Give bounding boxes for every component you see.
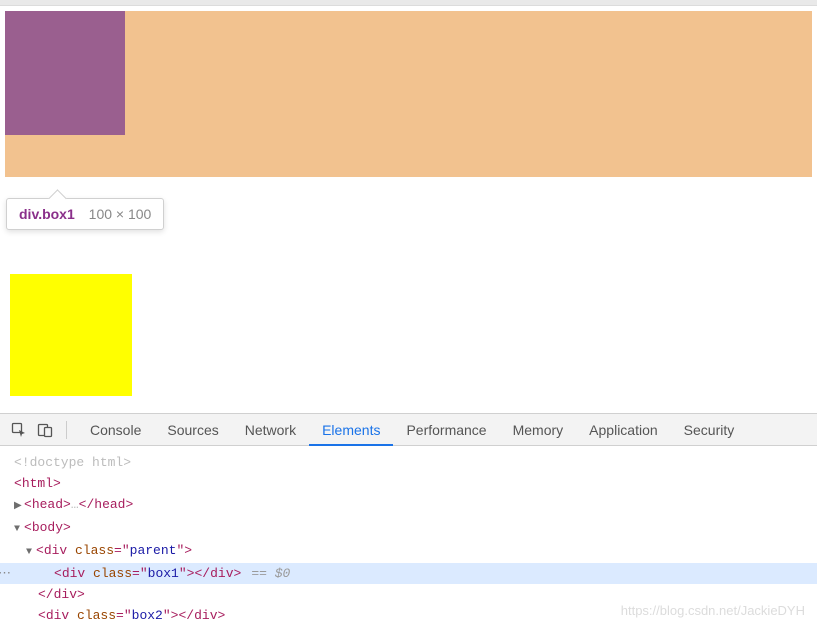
dom-line-body-open[interactable]: ▼<body>: [0, 517, 817, 540]
tooltip-selector: div.box1: [19, 206, 75, 222]
tab-elements[interactable]: Elements: [309, 414, 393, 446]
dom-line-box1-selected[interactable]: ⋯ <div class="box1"></div>== $0: [0, 563, 817, 584]
browser-chrome-strip: [0, 0, 817, 6]
dom-line-html-open[interactable]: <html>: [0, 473, 817, 494]
page-content: div.box1 100 × 100: [0, 11, 817, 177]
dom-line-head[interactable]: ▶<head>…</head>: [0, 494, 817, 517]
tab-performance[interactable]: Performance: [393, 414, 499, 446]
devtools-tabbar: Console Sources Network Elements Perform…: [0, 414, 817, 446]
inspect-element-icon[interactable]: [8, 419, 30, 441]
elements-tree[interactable]: <!doctype html> <html> ▶<head>…</head> ▼…: [0, 446, 817, 629]
dom-line-doctype[interactable]: <!doctype html>: [0, 452, 817, 473]
tab-application[interactable]: Application: [576, 414, 671, 446]
dom-line-parent-open[interactable]: ▼<div class="parent">: [0, 540, 817, 563]
dom-line-parent-close[interactable]: </div>: [0, 584, 817, 605]
device-toolbar-icon[interactable]: [34, 419, 56, 441]
tab-security[interactable]: Security: [671, 414, 748, 446]
tooltip-dimensions: 100 × 100: [89, 206, 152, 222]
box2-div[interactable]: [10, 274, 132, 396]
element-inspect-tooltip: div.box1 100 × 100: [6, 198, 164, 230]
parent-div[interactable]: [5, 11, 812, 177]
tab-sources[interactable]: Sources: [154, 414, 231, 446]
page-viewport: div.box1 100 × 100: [0, 0, 817, 177]
box1-div[interactable]: [5, 11, 125, 135]
tab-console[interactable]: Console: [77, 414, 154, 446]
tabbar-separator: [66, 421, 67, 439]
tab-memory[interactable]: Memory: [500, 414, 577, 446]
devtools-panel: Console Sources Network Elements Perform…: [0, 413, 817, 629]
tab-network[interactable]: Network: [232, 414, 309, 446]
gutter-ellipsis-icon: ⋯: [0, 563, 11, 584]
watermark-text: https://blog.csdn.net/JackieDYH: [621, 603, 805, 618]
